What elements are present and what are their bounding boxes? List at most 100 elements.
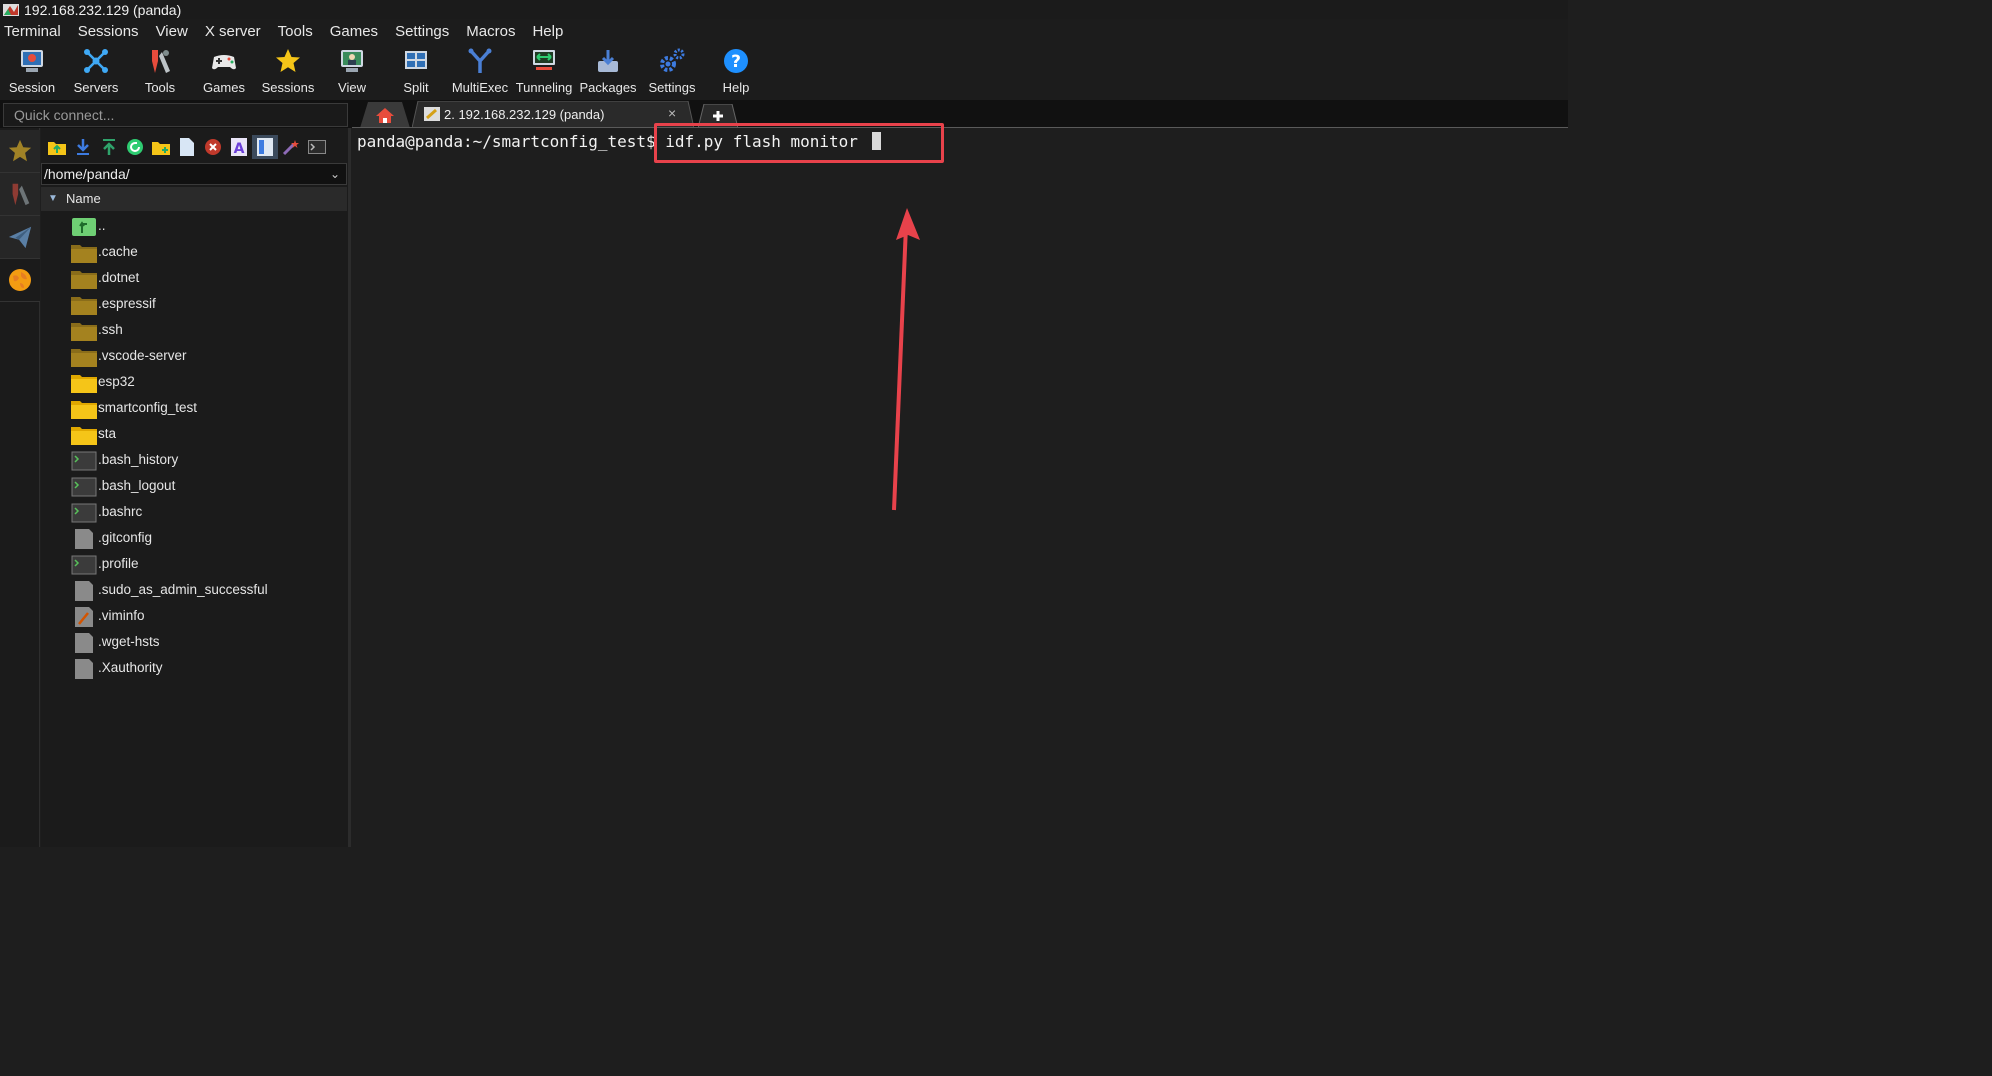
split-icon [401, 46, 431, 76]
menu-settings[interactable]: Settings [395, 23, 449, 40]
hidden-folder-icon [71, 269, 97, 289]
new-file-button[interactable] [174, 135, 200, 159]
close-icon[interactable]: × [668, 105, 676, 121]
file-list-item[interactable]: .bash_logout [41, 474, 347, 500]
file-list-item[interactable]: .viminfo [41, 604, 347, 630]
annotation-highlight-box [654, 123, 944, 163]
parent-folder-button[interactable] [44, 135, 70, 159]
servers-button[interactable]: Servers [64, 43, 128, 100]
new-folder-button[interactable] [148, 135, 174, 159]
file-list-item[interactable]: smartconfig_test [41, 396, 347, 422]
sidebar-tools-button[interactable] [0, 173, 40, 216]
packages-button[interactable]: Packages [576, 43, 640, 100]
globe-icon [9, 269, 31, 291]
file-list-item[interactable]: .wget-hsts [41, 630, 347, 656]
rename-icon: A [231, 138, 247, 156]
hidden-folder-icon [71, 347, 97, 367]
file-name: .. [98, 218, 106, 233]
menu-macros[interactable]: Macros [466, 23, 515, 40]
rename-button[interactable]: A [226, 135, 252, 159]
servers-icon [81, 46, 111, 76]
file-name: .sudo_as_admin_successful [98, 582, 268, 597]
collapse-triangle-icon: ▼ [48, 193, 58, 204]
folder-icon [71, 399, 97, 419]
tools-icon [145, 46, 175, 76]
file-icon [71, 581, 97, 601]
file-list-item[interactable]: .gitconfig [41, 526, 347, 552]
star-icon [273, 46, 303, 76]
file-name: smartconfig_test [98, 400, 198, 415]
file-list-item[interactable]: sta [41, 422, 347, 448]
view-icon [337, 46, 367, 76]
tunneling-button[interactable]: Tunneling [512, 43, 576, 100]
file-list-item[interactable]: .profile [41, 552, 347, 578]
upload-button[interactable] [96, 135, 122, 159]
follow-terminal-button[interactable] [252, 135, 278, 159]
permissions-button[interactable] [278, 135, 304, 159]
packages-icon [593, 46, 623, 76]
file-list-item[interactable]: esp32 [41, 370, 347, 396]
quick-connect-input[interactable]: Quick connect... [3, 103, 348, 127]
file-list-item[interactable]: .cache [41, 240, 347, 266]
menu-help[interactable]: Help [532, 23, 563, 40]
shell-file-icon [71, 451, 97, 471]
file-list-item[interactable]: .sudo_as_admin_successful [41, 578, 347, 604]
file-list-item[interactable]: .bashrc [41, 500, 347, 526]
session-button[interactable]: Session [0, 43, 64, 100]
multiexec-button[interactable]: MultiExec [448, 43, 512, 100]
download-button[interactable] [70, 135, 96, 159]
terminal-tab-icon [424, 107, 440, 121]
file-list-item[interactable]: .dotnet [41, 266, 347, 292]
shell-file-icon [71, 477, 97, 497]
file-list-item[interactable]: .bash_history [41, 448, 347, 474]
file-name: .viminfo [98, 608, 145, 623]
refresh-button[interactable] [122, 135, 148, 159]
help-button[interactable]: ? Help [704, 43, 768, 100]
home-tab[interactable] [360, 102, 410, 128]
file-name: .gitconfig [98, 530, 153, 545]
file-name: .profile [98, 556, 139, 571]
file-toolbar: A [41, 134, 348, 160]
menu-bar: Terminal Sessions View X server Tools Ga… [0, 19, 1568, 43]
view-button[interactable]: View [320, 43, 384, 100]
settings-button[interactable]: Settings [640, 43, 704, 100]
file-list-item[interactable]: .ssh [41, 318, 347, 344]
open-terminal-button[interactable] [304, 135, 330, 159]
panel-splitter[interactable] [348, 128, 351, 847]
side-strip [0, 128, 40, 847]
menu-x-server[interactable]: X server [205, 23, 261, 40]
file-name: .bashrc [98, 504, 143, 519]
delete-button[interactable] [200, 135, 226, 159]
gears-icon [657, 46, 687, 76]
split-button[interactable]: Split [384, 43, 448, 100]
shell-file-icon [71, 503, 97, 523]
file-name: .ssh [98, 322, 123, 337]
sidebar-macros-button[interactable] [0, 216, 40, 259]
terminal-area[interactable]: panda@panda:~/smartconfig_test$ idf.py f… [352, 128, 1568, 847]
file-name: .cache [98, 244, 138, 259]
name-column-header[interactable]: ▼ Name [41, 187, 347, 211]
file-list-item[interactable]: .Xauthority [41, 656, 347, 682]
menu-terminal[interactable]: Terminal [4, 23, 61, 40]
annotation-arrow [892, 208, 920, 511]
menu-view[interactable]: View [156, 23, 188, 40]
chevron-down-icon[interactable]: ⌄ [330, 164, 340, 184]
file-list-item[interactable]: .. [41, 214, 347, 240]
file-list-item[interactable]: .vscode-server [41, 344, 347, 370]
sidebar-sessions-button[interactable] [0, 130, 40, 173]
edited-file-icon [71, 607, 97, 627]
sessions-button[interactable]: Sessions [256, 43, 320, 100]
menu-sessions[interactable]: Sessions [78, 23, 139, 40]
menu-games[interactable]: Games [330, 23, 378, 40]
menu-tools[interactable]: Tools [278, 23, 313, 40]
main-toolbar: Session Servers Tools Games Sessions Vie… [0, 43, 1568, 100]
file-list-item[interactable]: .espressif [41, 292, 347, 318]
hidden-folder-icon [71, 295, 97, 315]
delete-icon [205, 139, 221, 155]
tools-button[interactable]: Tools [128, 43, 192, 100]
tab-session-192-168-232-129[interactable]: 2. 192.168.232.129 (panda) × [412, 101, 694, 128]
games-button[interactable]: Games [192, 43, 256, 100]
sidebar-sftp-button[interactable] [0, 259, 40, 302]
folder-icon [71, 425, 97, 445]
path-input[interactable]: /home/panda/ ⌄ [41, 163, 347, 185]
